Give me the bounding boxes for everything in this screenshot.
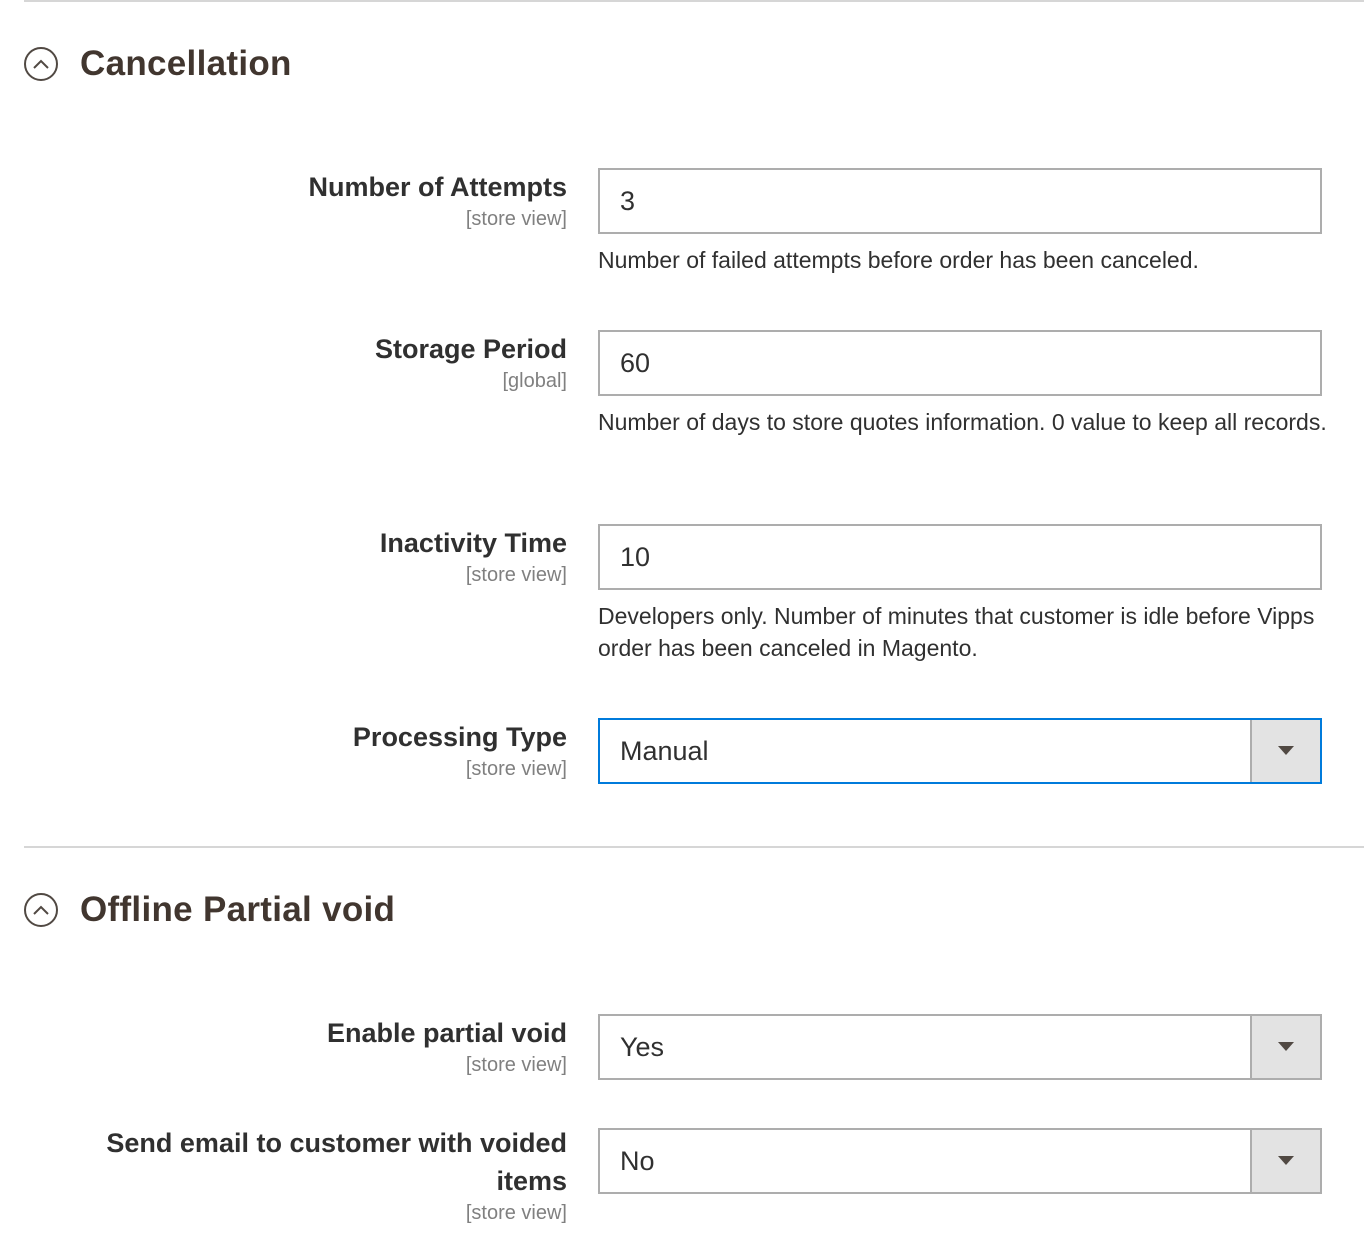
dropdown-arrow-icon[interactable] [1250,1016,1320,1078]
number-of-attempts-input[interactable] [598,168,1322,234]
dropdown-arrow-icon[interactable] [1250,720,1320,782]
processing-type-select[interactable]: Manual [598,718,1322,784]
select-value: No [620,1146,655,1176]
field-label-group: Processing Type [store view] [47,718,567,782]
field-label-group: Send email to customer with voided items… [47,1124,567,1226]
field-label: Enable partial void [326,1018,567,1048]
field-note: Number of failed attempts before order h… [598,247,1199,273]
chevron-up-circle-icon[interactable] [24,47,58,81]
scope-label: [store view] [465,1054,567,1076]
field-label: Inactivity Time [379,528,567,558]
scope-label: [store view] [465,208,567,230]
field-label-group: Storage Period [global] [47,330,567,394]
scope-label: [global] [502,370,568,392]
scope-label: [store view] [465,758,567,780]
field-note: Number of days to store quotes informati… [598,409,1327,435]
field-label: Storage Period [374,334,567,364]
section-header-cancellation[interactable]: Cancellation [24,44,292,84]
field-label-group: Inactivity Time [store view] [47,524,567,588]
select-value: Manual [620,736,709,766]
storage-period-input[interactable] [598,330,1322,396]
dropdown-arrow-icon[interactable] [1250,1130,1320,1192]
enable-partial-void-select[interactable]: Yes [598,1014,1322,1080]
field-label: Number of Attempts [308,172,567,202]
section-title: Offline Partial void [80,890,396,929]
section-divider-top [24,0,1364,2]
field-label: Send email to customer with voided items [106,1128,567,1196]
field-note: Developers only. Number of minutes that … [598,603,1315,661]
select-value: Yes [620,1032,665,1062]
scope-label: [store view] [465,564,567,586]
section-header-offline-partial-void[interactable]: Offline Partial void [24,890,395,930]
field-label-group: Number of Attempts [store view] [47,168,567,232]
inactivity-time-input[interactable] [598,524,1322,590]
section-title: Cancellation [80,44,292,83]
field-label-group: Enable partial void [store view] [47,1014,567,1078]
scope-label: [store view] [465,1202,567,1224]
chevron-up-circle-icon[interactable] [24,893,58,927]
section-divider [24,846,1364,848]
send-email-select[interactable]: No [598,1128,1322,1194]
field-label: Processing Type [352,722,567,752]
